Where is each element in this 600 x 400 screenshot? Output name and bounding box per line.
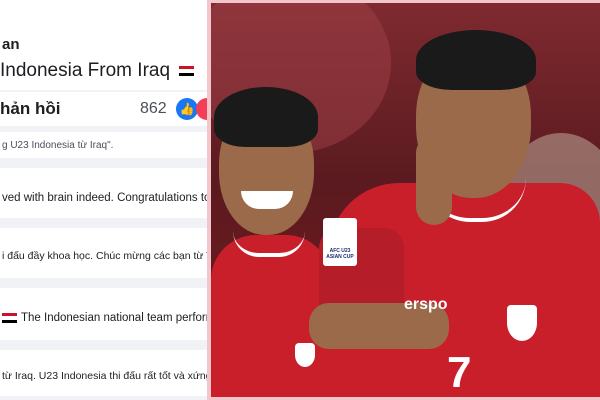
tournament-badge: AFC U23 ASIAN CUP — [323, 218, 357, 266]
comment-3[interactable]: i đấu đầy khoa học. Chúc mừng các bạn từ… — [0, 228, 207, 278]
jersey-number: 7 — [447, 348, 472, 397]
iraq-flag-icon — [2, 312, 17, 323]
comment-4-text: The Indonesian national team perform — [21, 312, 207, 324]
comment-2[interactable]: ved with brain indeed. Congratulations t… — [0, 168, 207, 218]
post-title: Indonesia From Iraq — [0, 60, 195, 82]
comment-1[interactable]: g U23 Indonesia từ Iraq". — [0, 132, 207, 158]
tournament-badge-text: AFC U23 ASIAN CUP — [326, 248, 354, 260]
love-icon — [196, 98, 207, 120]
post-title-text: Indonesia From Iraq — [0, 60, 171, 81]
post-header: an Indonesia From Iraq — [0, 30, 207, 90]
comment-5-text: từ Iraq. U23 Indonesia thi đấu rất tốt v… — [2, 370, 207, 382]
comment-4-line: The Indonesian national team perform — [2, 312, 207, 324]
comment-2-text: ved with brain indeed. Congratulations t… — [2, 192, 207, 204]
comment-4[interactable]: The Indonesian national team perform — [0, 288, 207, 340]
reactions-label[interactable]: hản hồi — [0, 99, 60, 119]
comment-1-text: g U23 Indonesia từ Iraq". — [2, 140, 114, 151]
iraq-flag-icon — [179, 65, 195, 76]
comment-3-text: i đấu đầy khoa học. Chúc mừng các bạn từ… — [2, 250, 207, 262]
post-author[interactable]: an — [2, 36, 20, 53]
crest-icon — [507, 305, 537, 341]
comment-5[interactable]: từ Iraq. U23 Indonesia thi đấu rất tốt v… — [0, 350, 207, 396]
jersey-brand: erspo — [404, 296, 448, 313]
comments-panel: an Indonesia From Iraq hản hồi 862 👍 g U… — [0, 0, 207, 400]
reactions-bar: hản hồi 862 👍 — [0, 92, 207, 126]
player-right-hand — [416, 135, 452, 225]
crest-icon — [295, 343, 315, 367]
reaction-count[interactable]: 862 — [140, 100, 167, 118]
player-right-hair — [416, 30, 536, 90]
top-strip — [0, 0, 207, 30]
players-photo: AFC U23 ASIAN CUP erspo 7 — [211, 3, 600, 397]
like-icon: 👍 — [176, 98, 198, 120]
player-left-hair — [214, 87, 318, 147]
